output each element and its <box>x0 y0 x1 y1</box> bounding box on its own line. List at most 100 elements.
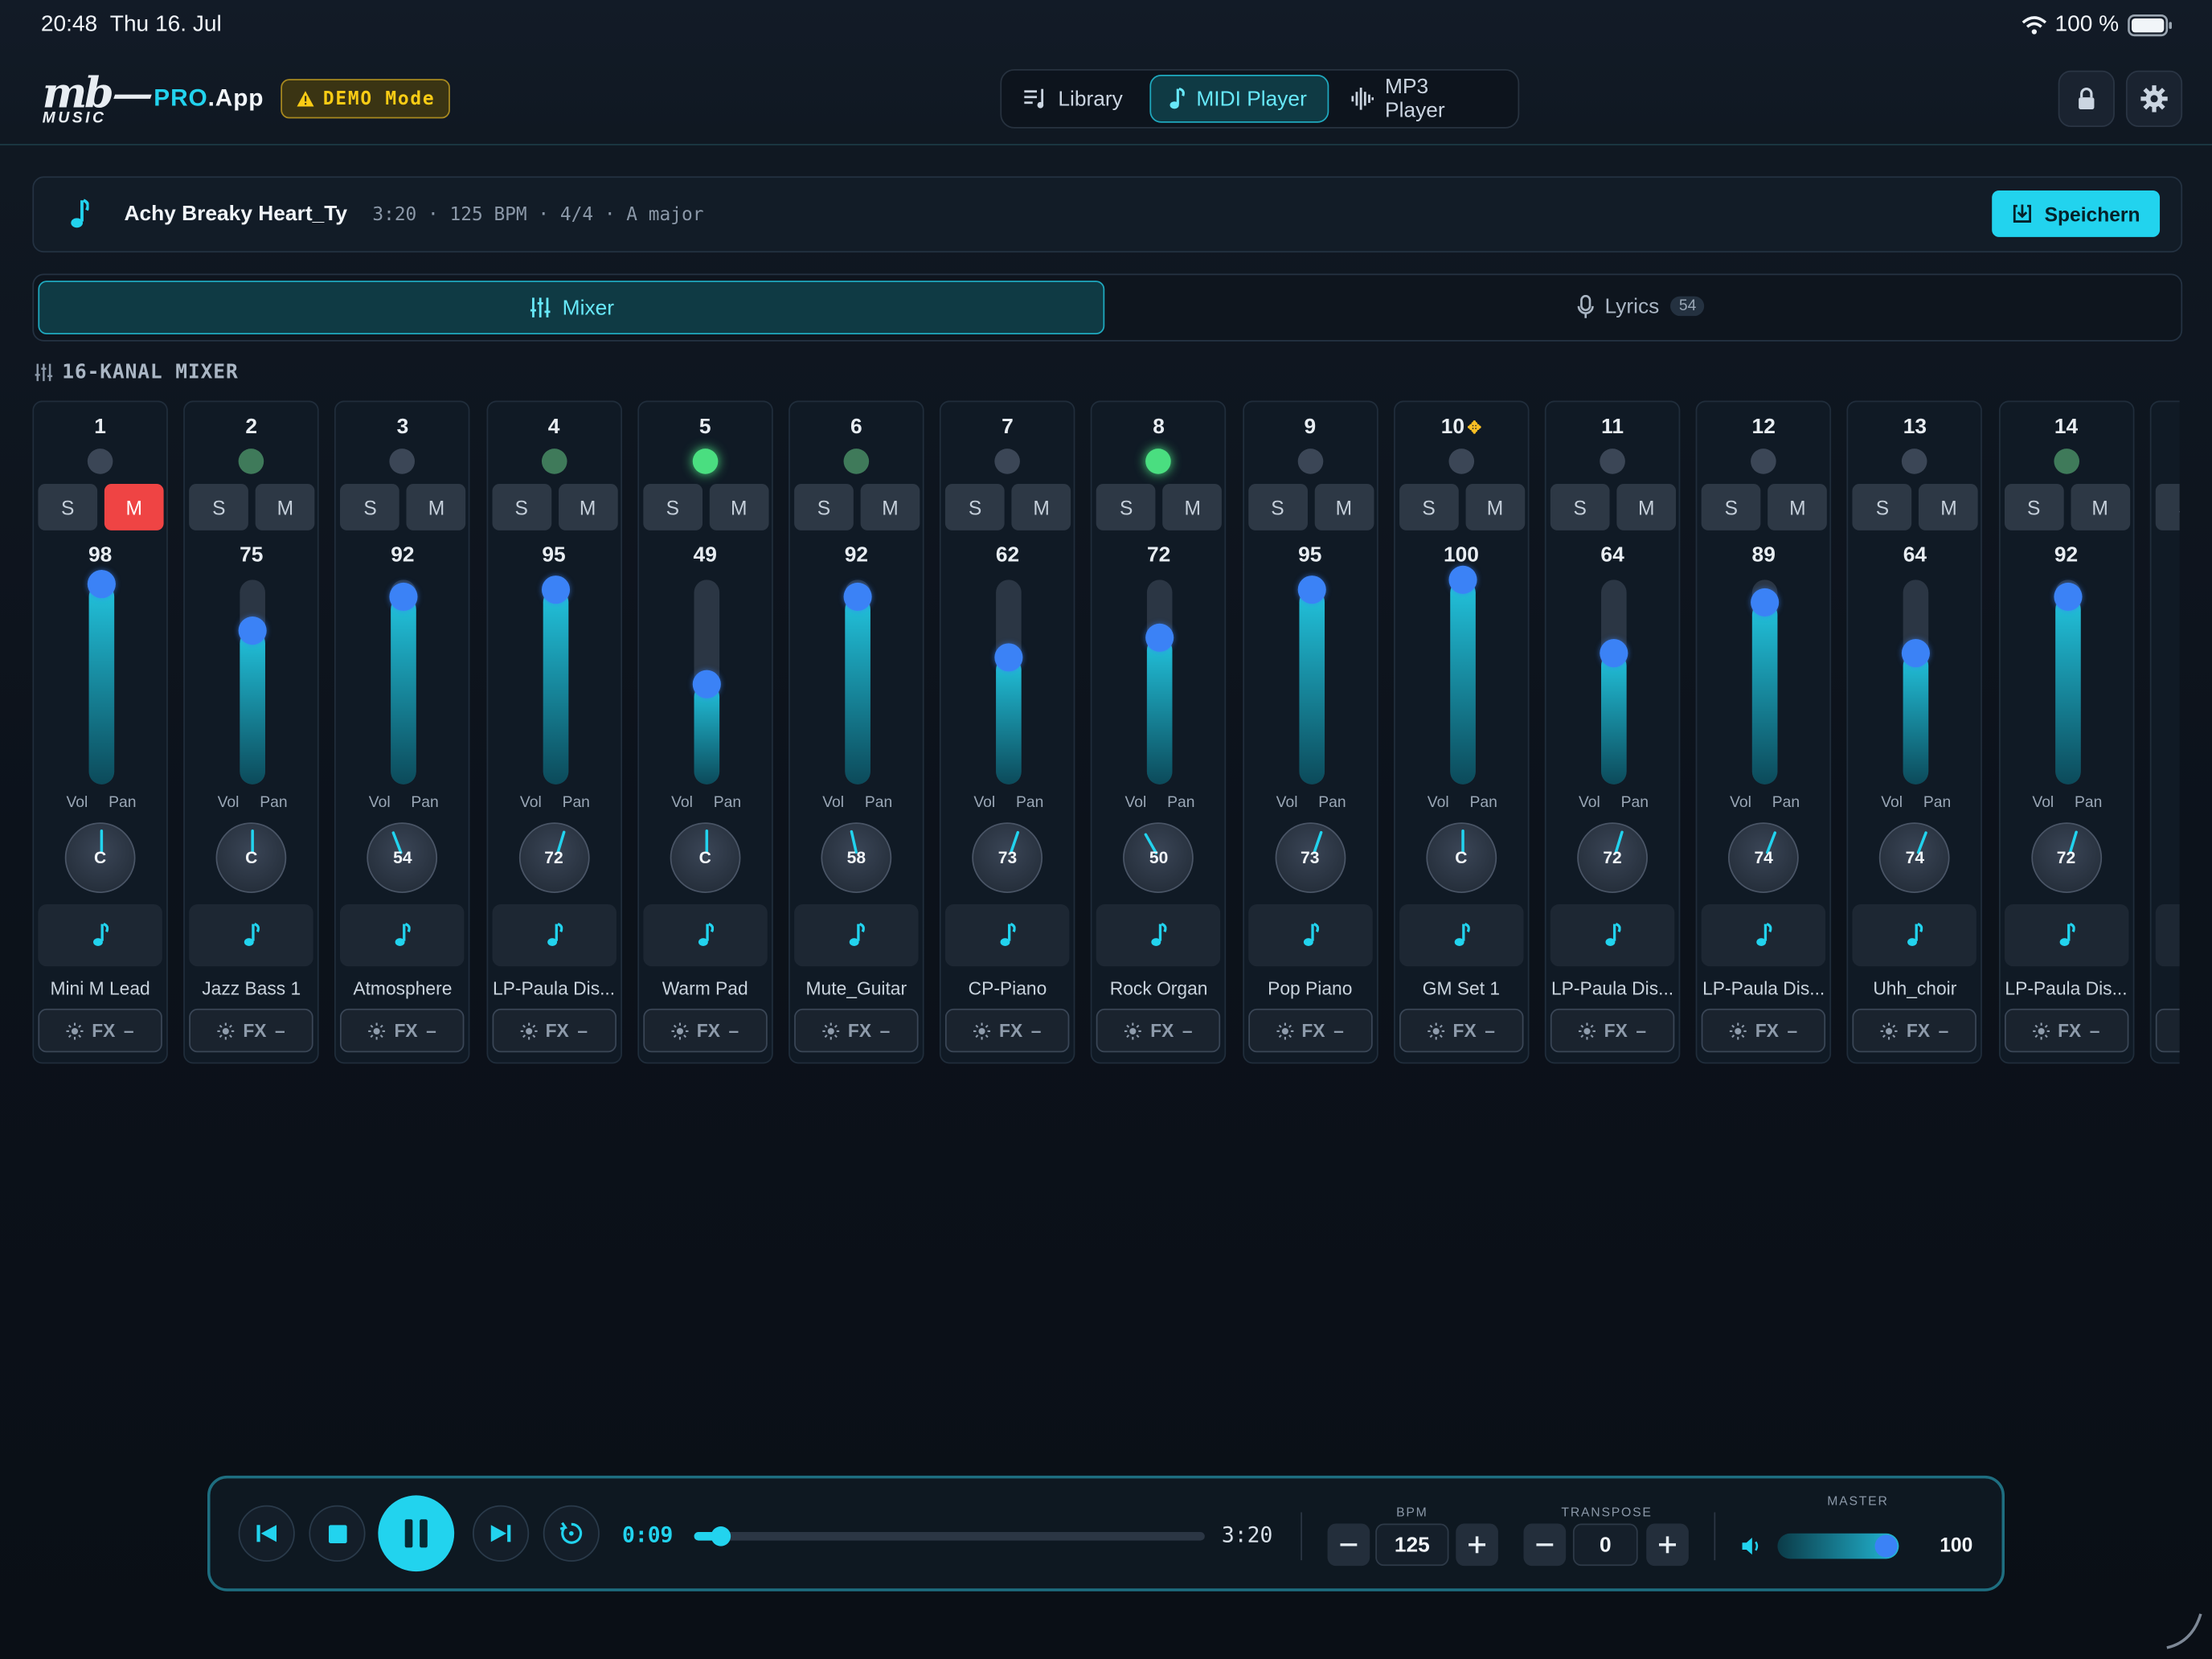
volume-fader[interactable] <box>1751 580 1780 784</box>
pan-knob[interactable]: 72 <box>2030 822 2102 893</box>
pan-knob[interactable]: 74 <box>1728 822 1800 893</box>
bpm-decrease-button[interactable] <box>1327 1523 1370 1567</box>
pan-knob[interactable]: C <box>215 822 287 893</box>
stop-button[interactable] <box>309 1505 366 1562</box>
solo-button[interactable]: S <box>1096 483 1157 530</box>
instrument-button[interactable] <box>38 904 162 967</box>
mute-button[interactable]: M <box>709 483 769 530</box>
loop-button[interactable] <box>543 1505 600 1562</box>
pan-knob[interactable]: 74 <box>1879 822 1951 893</box>
pan-knob[interactable]: 73 <box>972 822 1043 893</box>
pan-knob[interactable]: 72 <box>1577 822 1648 893</box>
fx-button[interactable]: FX– <box>340 1008 465 1053</box>
tab-midi-player[interactable]: MIDI Player <box>1149 75 1329 123</box>
instrument-button[interactable] <box>491 904 616 967</box>
volume-fader[interactable] <box>2053 580 2082 784</box>
instrument-button[interactable] <box>945 904 1070 967</box>
volume-thumb[interactable] <box>541 576 570 604</box>
tab-mixer[interactable]: Mixer <box>38 281 1105 334</box>
volume-fader[interactable] <box>994 580 1023 784</box>
pan-knob[interactable]: 58 <box>821 822 892 893</box>
next-button[interactable] <box>472 1505 530 1562</box>
solo-button[interactable]: S <box>1550 483 1610 530</box>
instrument-button[interactable] <box>2004 904 2128 967</box>
mute-button[interactable]: M <box>860 483 920 530</box>
solo-button[interactable]: S <box>340 483 400 530</box>
solo-button[interactable]: S <box>2004 483 2063 530</box>
solo-button[interactable]: S <box>491 483 551 530</box>
fx-button[interactable]: FX– <box>1096 1008 1221 1053</box>
instrument-button[interactable] <box>2155 904 2180 967</box>
fx-button[interactable]: FX– <box>794 1008 919 1053</box>
pan-knob[interactable]: C <box>670 822 741 893</box>
tab-lyrics[interactable]: Lyrics 54 <box>1106 281 2175 331</box>
solo-button[interactable]: S <box>945 483 1005 530</box>
mute-button[interactable]: M <box>407 483 466 530</box>
volume-thumb[interactable] <box>692 670 721 698</box>
solo-button[interactable]: S <box>1853 483 1912 530</box>
fx-button[interactable]: FX– <box>38 1008 162 1053</box>
instrument-button[interactable] <box>1247 904 1372 967</box>
volume-fader[interactable] <box>238 580 268 784</box>
fx-button[interactable]: FX– <box>1247 1008 1372 1053</box>
fx-button[interactable]: FX– <box>1853 1008 1977 1053</box>
volume-fader[interactable] <box>390 580 419 784</box>
mute-button[interactable]: M <box>2070 483 2130 530</box>
settings-button[interactable] <box>2125 70 2183 127</box>
mute-button[interactable]: M <box>104 483 164 530</box>
volume-fader[interactable] <box>692 580 721 784</box>
volume-thumb[interactable] <box>843 582 872 611</box>
pan-knob[interactable]: C <box>1426 822 1497 893</box>
pan-knob[interactable]: 50 <box>1123 822 1194 893</box>
instrument-button[interactable] <box>1550 904 1675 967</box>
master-volume-thumb[interactable] <box>1874 1534 1898 1558</box>
fx-button[interactable]: FX– <box>2155 1008 2180 1053</box>
volume-thumb[interactable] <box>1296 576 1326 604</box>
fx-button[interactable]: FX– <box>642 1008 768 1053</box>
instrument-button[interactable] <box>1701 904 1826 967</box>
pan-knob[interactable]: 73 <box>1274 822 1346 893</box>
instrument-button[interactable] <box>642 904 768 967</box>
lock-button[interactable] <box>2058 70 2115 127</box>
solo-button[interactable]: S <box>189 483 249 530</box>
fx-button[interactable]: FX– <box>1701 1008 1826 1053</box>
volume-fader[interactable] <box>1600 580 1628 784</box>
instrument-button[interactable] <box>340 904 465 967</box>
mute-button[interactable]: M <box>1919 483 1979 530</box>
mute-button[interactable]: M <box>1616 483 1677 530</box>
solo-button[interactable]: S <box>642 483 703 530</box>
volume-fader[interactable] <box>843 580 872 784</box>
volume-fader[interactable] <box>1902 580 1931 784</box>
volume-fader[interactable] <box>1145 580 1174 784</box>
transpose-decrease-button[interactable] <box>1523 1523 1567 1567</box>
mute-button[interactable]: M <box>256 483 315 530</box>
solo-button[interactable]: S <box>1701 483 1761 530</box>
mute-button[interactable]: M <box>1011 483 1071 530</box>
instrument-button[interactable] <box>1853 904 1977 967</box>
volume-fader[interactable] <box>541 576 570 784</box>
instrument-button[interactable] <box>1096 904 1221 967</box>
instrument-button[interactable] <box>189 904 313 967</box>
bpm-increase-button[interactable] <box>1456 1523 1498 1567</box>
volume-fader[interactable] <box>1448 565 1477 784</box>
volume-thumb[interactable] <box>87 570 116 599</box>
transpose-value[interactable]: 0 <box>1572 1523 1638 1567</box>
progress-thumb[interactable] <box>711 1526 731 1546</box>
solo-button[interactable]: S <box>1247 483 1308 530</box>
fx-button[interactable]: FX– <box>1399 1008 1524 1053</box>
solo-button[interactable]: S <box>1399 483 1459 530</box>
tab-mp3-player[interactable]: MP3 Player <box>1334 75 1509 123</box>
pan-knob[interactable]: 72 <box>518 822 589 893</box>
pause-button[interactable] <box>378 1495 455 1572</box>
mute-button[interactable]: M <box>1465 483 1525 530</box>
solo-button[interactable]: S <box>794 483 854 530</box>
bpm-value[interactable]: 125 <box>1375 1523 1449 1567</box>
mute-button[interactable]: M <box>1768 483 1828 530</box>
instrument-button[interactable] <box>1399 904 1524 967</box>
volume-thumb[interactable] <box>2053 582 2082 611</box>
fx-button[interactable]: FX– <box>945 1008 1070 1053</box>
volume-thumb[interactable] <box>1600 639 1628 668</box>
mute-button[interactable]: M <box>1314 483 1374 530</box>
save-button[interactable]: Speichern <box>1992 190 2161 237</box>
volume-thumb[interactable] <box>1448 565 1477 594</box>
